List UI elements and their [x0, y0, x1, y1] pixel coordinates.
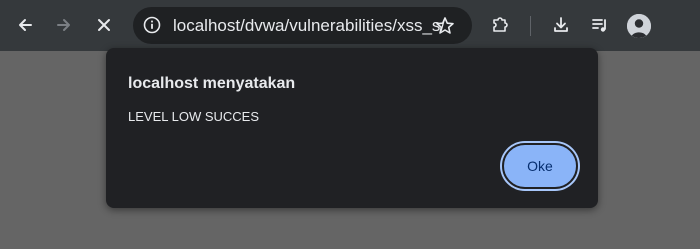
puzzle-icon	[493, 17, 508, 32]
bookmark-button[interactable]	[431, 12, 459, 40]
avatar[interactable]	[627, 14, 651, 38]
close-icon	[98, 19, 110, 31]
dialog-message: LEVEL LOW SUCCES	[128, 109, 260, 124]
info-icon	[143, 16, 161, 34]
alert-dialog: localhost menyatakan LEVEL LOW SUCCES Ok…	[106, 48, 598, 208]
back-button[interactable]	[8, 8, 42, 42]
ok-button[interactable]: Oke	[502, 143, 578, 189]
site-info-button[interactable]	[140, 13, 164, 37]
arrow-right-icon	[57, 19, 70, 31]
stop-button[interactable]	[87, 8, 121, 42]
media-controls-button[interactable]	[583, 8, 617, 42]
extensions-button[interactable]	[484, 8, 518, 42]
playlist-music-icon	[592, 19, 606, 32]
dialog-title: localhost menyatakan	[128, 75, 296, 92]
profile-avatar-icon	[627, 14, 651, 38]
url-text[interactable]: localhost/dvwa/vulnerabilities/xss_s/	[173, 7, 445, 44]
downloads-button[interactable]	[544, 8, 578, 42]
forward-button[interactable]	[47, 8, 81, 42]
address-bar[interactable]: localhost/dvwa/vulnerabilities/xss_s/	[133, 7, 472, 44]
star-icon	[436, 17, 454, 34]
toolbar-divider	[530, 16, 531, 36]
browser-toolbar: localhost/dvwa/vulnerabilities/xss_s/	[0, 0, 700, 51]
arrow-left-icon	[19, 19, 32, 31]
download-icon	[554, 17, 568, 32]
